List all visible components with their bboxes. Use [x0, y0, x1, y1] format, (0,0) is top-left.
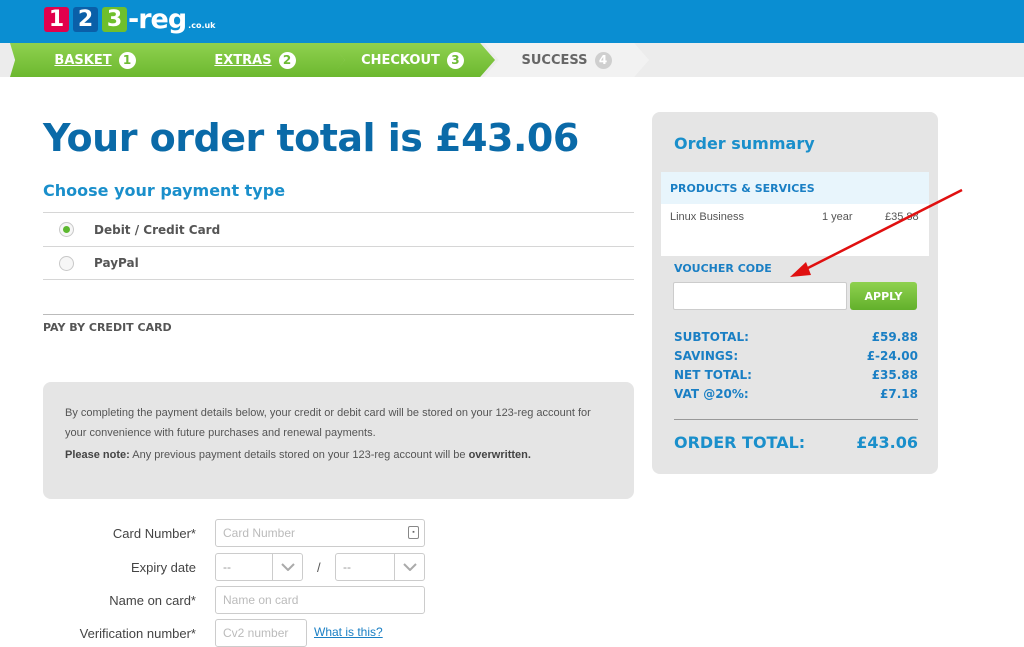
notice-note: Please note: Any previous payment detail…: [65, 445, 612, 465]
payment-option-card-label: Debit / Credit Card: [94, 222, 221, 237]
card-number-label: Card Number*: [112, 525, 196, 541]
payment-option-card[interactable]: Debit / Credit Card: [43, 212, 634, 246]
notice-note-text: Any previous payment details stored on y…: [129, 449, 469, 461]
step-extras-label: EXTRAS: [214, 52, 272, 68]
step-extras-number: 2: [278, 51, 296, 69]
table-row: Linux Business 1 year £35.88: [661, 204, 929, 232]
vat-value: £7.18: [880, 387, 918, 401]
name-on-card-input[interactable]: Name on card: [215, 586, 425, 614]
order-total-row: ORDER TOTAL: £43.06: [674, 433, 918, 452]
step-success-label: SUCCESS: [521, 52, 588, 68]
expiry-separator: /: [317, 559, 321, 575]
step-basket[interactable]: BASKET 1: [10, 43, 180, 77]
payment-option-paypal-label: PayPal: [94, 256, 139, 270]
page-title: Your order total is £43.06: [43, 116, 579, 160]
voucher-code-input[interactable]: [673, 282, 847, 310]
savings-label: SAVINGS:: [674, 349, 739, 363]
subtotal-label: SUBTOTAL:: [674, 330, 749, 344]
savings-value: £-24.00: [866, 349, 918, 363]
name-on-card-placeholder: Name on card: [223, 593, 299, 607]
card-storage-notice: By completing the payment details below,…: [43, 382, 634, 499]
card-number-input[interactable]: Card Number ▪: [215, 519, 425, 547]
product-term: 1 year: [822, 211, 853, 223]
step-checkout: CHECKOUT 3: [330, 43, 495, 77]
card-lock-icon: ▪: [408, 526, 419, 539]
radio-card[interactable]: [59, 222, 74, 237]
product-name: Linux Business: [670, 211, 744, 223]
card-number-row: Card Number* Card Number ▪: [0, 519, 1024, 547]
pay-by-credit-card-heading: PAY BY CREDIT CARD: [43, 321, 172, 334]
notice-note-bold: Please note:: [65, 449, 130, 461]
expiry-label: Expiry date: [130, 559, 196, 575]
payment-type-heading: Choose your payment type: [43, 181, 286, 200]
cvv-placeholder: Cv2 number: [223, 626, 289, 640]
expiry-month-value: --: [223, 560, 231, 574]
logo-word: -reg: [128, 4, 187, 35]
radio-paypal[interactable]: [59, 255, 74, 271]
logo-tld: .co.uk: [188, 21, 216, 30]
expiry-row: Expiry date -- / --: [0, 553, 1024, 581]
order-total-label: ORDER TOTAL:: [674, 433, 806, 452]
logo[interactable]: 1 2 3 -reg .co.uk: [44, 4, 216, 35]
step-checkout-number: 3: [446, 51, 464, 69]
step-success: SUCCESS 4: [484, 43, 649, 77]
logo-digit-1: 1: [44, 7, 69, 32]
expiry-year-value: --: [343, 560, 351, 574]
card-number-placeholder: Card Number: [223, 526, 296, 540]
step-checkout-label: CHECKOUT: [361, 52, 440, 68]
step-success-number: 4: [594, 51, 612, 69]
vat-label: VAT @20%:: [674, 387, 749, 401]
step-basket-number: 1: [118, 51, 136, 69]
name-on-card-row: Name on card* Name on card: [0, 586, 1024, 614]
notice-note-end: overwritten.: [468, 449, 531, 461]
cvv-input[interactable]: Cv2 number: [215, 619, 307, 647]
top-bar: 1 2 3 -reg .co.uk: [0, 0, 1024, 43]
net-total-row: NET TOTAL: £35.88: [674, 368, 918, 387]
products-table: PRODUCTS & SERVICES Linux Business 1 yea…: [661, 172, 929, 256]
voucher-code-label: VOUCHER CODE: [674, 262, 772, 275]
savings-row: SAVINGS: £-24.00: [674, 349, 918, 368]
notice-text: By completing the payment details below,…: [65, 407, 591, 439]
verification-label: Verification number*: [79, 625, 196, 641]
net-total-label: NET TOTAL:: [674, 368, 752, 382]
net-total-value: £35.88: [871, 368, 918, 382]
section-divider: [43, 314, 634, 315]
verification-row: Verification number* Cv2 number What is …: [0, 619, 1024, 647]
expiry-year-select[interactable]: --: [335, 553, 425, 581]
subtotal-row: SUBTOTAL: £59.88: [674, 330, 918, 349]
payment-option-paypal[interactable]: PayPal: [43, 246, 634, 280]
step-basket-label: BASKET: [54, 52, 112, 68]
subtotal-value: £59.88: [871, 330, 918, 344]
logo-digit-2: 2: [73, 7, 98, 32]
apply-voucher-button[interactable]: APPLY: [850, 282, 917, 310]
chevron-down-icon: [272, 554, 302, 580]
payment-options: Debit / Credit Card PayPal: [43, 212, 634, 280]
totals-divider: [674, 419, 918, 420]
step-extras[interactable]: EXTRAS 2: [165, 43, 345, 77]
chevron-down-icon: [394, 554, 424, 580]
order-summary-title: Order summary: [674, 134, 815, 153]
what-is-this-link[interactable]: What is this?: [314, 625, 383, 639]
name-on-card-label: Name on card*: [109, 592, 196, 608]
order-summary-panel: Order summary PRODUCTS & SERVICES Linux …: [652, 112, 938, 474]
logo-digit-3: 3: [102, 7, 127, 32]
checkout-steps: BASKET 1 EXTRAS 2 CHECKOUT 3 SUCCESS 4: [0, 43, 1024, 77]
totals-list: SUBTOTAL: £59.88 SAVINGS: £-24.00 NET TOTA…: [674, 330, 918, 406]
vat-row: VAT @20%: £7.18: [674, 387, 918, 406]
product-price: £35.88: [885, 211, 919, 223]
expiry-month-select[interactable]: --: [215, 553, 303, 581]
products-heading: PRODUCTS & SERVICES: [661, 172, 929, 204]
radio-selected-dot: [63, 226, 70, 233]
order-total-value: £43.06: [856, 433, 918, 452]
